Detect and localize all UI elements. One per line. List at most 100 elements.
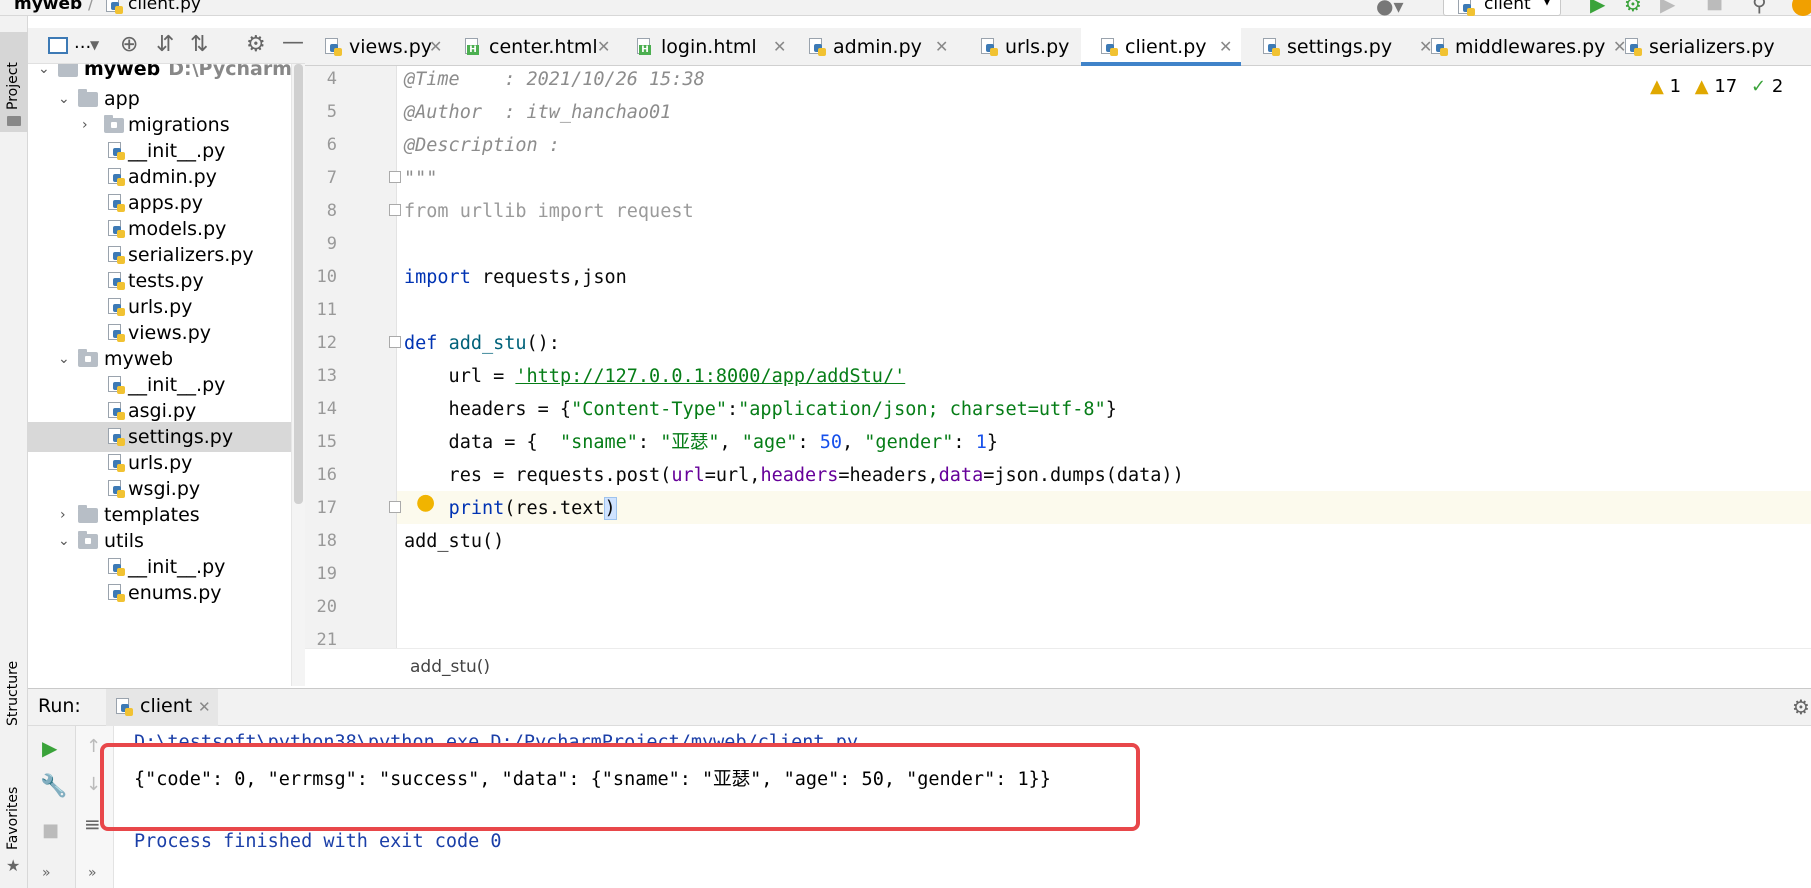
- line-number: 13: [316, 366, 337, 386]
- typo-count: 2: [1771, 76, 1784, 97]
- fold-marker-icon[interactable]: [389, 204, 401, 216]
- line-number: 16: [316, 465, 337, 485]
- nav-file[interactable]: client.py: [106, 0, 201, 14]
- tree-scrollbar-thumb[interactable]: [294, 64, 303, 504]
- debug-icon[interactable]: ⚙: [1624, 0, 1642, 14]
- minimize-icon[interactable]: —: [282, 32, 304, 54]
- tab-label: admin.py: [833, 36, 922, 58]
- close-icon[interactable]: ✕: [935, 28, 948, 66]
- code-token: add_stu: [448, 333, 527, 354]
- gear-icon[interactable]: ⚙: [1792, 697, 1810, 717]
- weak-warning-count: 17: [1714, 76, 1738, 97]
- close-icon[interactable]: ✕: [1219, 28, 1232, 66]
- rerun-icon[interactable]: ▶: [42, 738, 57, 758]
- code-token: headers = {: [404, 399, 572, 420]
- tab-login-html[interactable]: H login.html ✕: [617, 28, 787, 66]
- stop-icon[interactable]: ■: [42, 822, 59, 840]
- tab-views[interactable]: views.py ✕: [305, 28, 445, 66]
- locate-icon[interactable]: ⊕: [120, 34, 138, 56]
- python-file-icon: [108, 298, 125, 316]
- arrow-down-icon[interactable]: ↓: [86, 776, 101, 794]
- soft-wrap-icon[interactable]: ≡: [84, 814, 101, 834]
- tab-label: urls.py: [1005, 36, 1070, 58]
- expand-all-icon[interactable]: ⇵: [156, 34, 174, 56]
- run-icon[interactable]: ▶: [1590, 0, 1605, 14]
- python-file-icon: [1431, 38, 1448, 56]
- line-number: 20: [316, 597, 337, 617]
- editor-breadcrumb[interactable]: add_stu(): [410, 657, 490, 677]
- code-line: url = 'http://127.0.0.1:8000/app/addStu/…: [404, 360, 906, 393]
- python-file-icon: [1625, 38, 1642, 56]
- run-tab-client[interactable]: client ✕: [106, 689, 218, 726]
- code-editor[interactable]: [397, 66, 1811, 648]
- line-number: 19: [316, 564, 337, 584]
- fold-marker-icon[interactable]: [389, 171, 401, 183]
- python-file-icon: [108, 272, 125, 290]
- notification-icon[interactable]: [1792, 0, 1811, 16]
- navigation-bar: myweb / client.py ●▾ client ▼ ▶ ⚙ ▶ ■ ⚲: [0, 0, 1811, 16]
- user-icon[interactable]: ●▾: [1376, 0, 1404, 16]
- nav-project[interactable]: myweb: [14, 0, 82, 14]
- tab-serializers[interactable]: serializers.py: [1605, 28, 1811, 66]
- fold-marker-icon[interactable]: [389, 501, 401, 513]
- close-icon[interactable]: ✕: [198, 698, 211, 716]
- python-file-icon: [1263, 38, 1280, 56]
- run-config-dropdown[interactable]: client ▼: [1443, 0, 1561, 16]
- tree-file[interactable]: enums.py: [28, 578, 291, 608]
- wrench-icon[interactable]: 🔧: [40, 776, 67, 798]
- collapse-all-icon[interactable]: ⇅: [190, 34, 208, 56]
- code-token: ): [603, 497, 617, 520]
- fold-marker-icon[interactable]: [389, 336, 401, 348]
- editor-tabs: views.py ✕ H center.html ✕ H login.html …: [305, 28, 1811, 66]
- gear-icon[interactable]: ⚙: [246, 34, 266, 56]
- python-file-icon: [116, 698, 133, 716]
- search-icon[interactable]: ⚲: [1752, 0, 1767, 14]
- close-icon[interactable]: ✕: [429, 28, 442, 66]
- star-icon[interactable]: ★: [6, 858, 20, 874]
- line-number: 15: [316, 432, 337, 452]
- tree-scrollbar[interactable]: [291, 64, 305, 686]
- project-tool-button[interactable]: Project: [0, 32, 28, 132]
- project-view-icon[interactable]: [48, 37, 68, 54]
- python-file-icon: [108, 168, 125, 186]
- code-token: =json.dumps(data)): [983, 465, 1184, 486]
- folder-icon: [7, 116, 21, 126]
- inspection-widget[interactable]: ▲ 1 ▲ 17 ✓ 2: [1650, 76, 1783, 97]
- coverage-icon[interactable]: ▶: [1660, 0, 1675, 14]
- code-token: ,: [842, 432, 865, 453]
- tab-client[interactable]: client.py ✕: [1081, 28, 1241, 66]
- code-line: add_stu(): [404, 531, 505, 552]
- tab-admin[interactable]: admin.py ✕: [789, 28, 961, 66]
- project-tool-label: Project: [5, 62, 21, 110]
- run-tab-label: client: [140, 695, 193, 717]
- code-line: @Time : 2021/10/26 15:38: [404, 69, 705, 90]
- tree-root-path: D:\PycharmProje: [168, 64, 305, 80]
- chevron-down-icon[interactable]: ▼: [90, 39, 99, 51]
- arrow-up-icon[interactable]: ↑: [86, 738, 101, 756]
- highlight-box: [100, 743, 1140, 831]
- code-token[interactable]: 'http://127.0.0.1:8000/app/addStu/': [515, 366, 905, 387]
- python-file-icon: [108, 142, 125, 160]
- python-file-icon: [108, 246, 125, 264]
- tab-label: client.py: [1125, 36, 1207, 58]
- favorites-tool-label[interactable]: Favorites: [5, 787, 21, 850]
- tab-middlewares[interactable]: middlewares.py ✕: [1411, 28, 1626, 66]
- project-view-label[interactable]: ...: [74, 32, 91, 53]
- close-icon[interactable]: ✕: [597, 28, 610, 66]
- folder-icon: [78, 89, 98, 107]
- tab-center-html[interactable]: H center.html ✕: [445, 28, 615, 66]
- stop-icon[interactable]: ■: [1706, 0, 1723, 12]
- close-icon[interactable]: ✕: [773, 28, 786, 66]
- line-number: 5: [326, 102, 337, 122]
- tab-settings[interactable]: settings.py ✕: [1243, 28, 1432, 66]
- expand-more-icon[interactable]: »: [88, 866, 97, 880]
- python-file-icon: [108, 454, 125, 472]
- folder-icon: [78, 505, 98, 523]
- code-token: import: [537, 201, 605, 222]
- run-panel-header: Run: client ✕ ⚙: [28, 688, 1811, 726]
- expand-more-icon[interactable]: »: [42, 866, 51, 880]
- tree-root[interactable]: ⌄ myweb D:\PycharmProje: [28, 64, 305, 84]
- line-number: 12: [316, 333, 337, 353]
- structure-tool-label[interactable]: Structure: [5, 661, 21, 726]
- run-toolbar: ▶ 🔧 ■ »: [28, 726, 76, 888]
